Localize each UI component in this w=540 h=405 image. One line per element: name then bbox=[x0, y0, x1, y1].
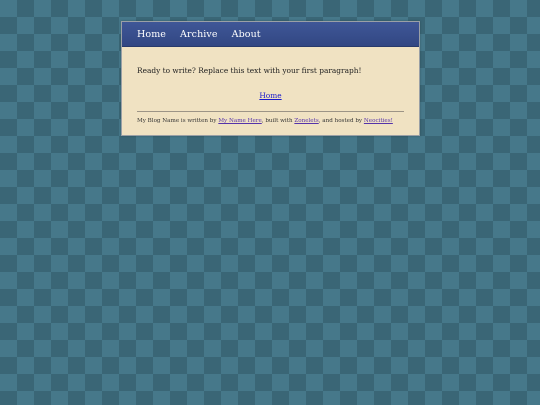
footer-prefix-text: My Blog Name is written by bbox=[137, 118, 219, 124]
home-link[interactable]: Home bbox=[137, 91, 404, 100]
nav-about-link[interactable]: About bbox=[232, 29, 261, 40]
footer: My Blog Name is written by My Name Here,… bbox=[137, 118, 404, 124]
page-container: Home Archive About Ready to write? Repla… bbox=[121, 21, 420, 136]
footer-middle2-text: , and hosted by bbox=[318, 118, 364, 124]
nav-archive-link[interactable]: Archive bbox=[180, 29, 218, 40]
footer-middle-text: , built with bbox=[261, 118, 295, 124]
main-content: Ready to write? Replace this text with y… bbox=[122, 47, 419, 135]
zonelets-link[interactable]: Zonelets bbox=[294, 118, 318, 124]
top-nav: Home Archive About bbox=[122, 22, 419, 47]
nav-home-link[interactable]: Home bbox=[137, 29, 166, 40]
neocities-link[interactable]: Neocities! bbox=[364, 118, 393, 124]
author-link[interactable]: My Name Here bbox=[218, 118, 261, 124]
footer-divider bbox=[137, 111, 404, 112]
intro-paragraph: Ready to write? Replace this text with y… bbox=[137, 66, 362, 75]
